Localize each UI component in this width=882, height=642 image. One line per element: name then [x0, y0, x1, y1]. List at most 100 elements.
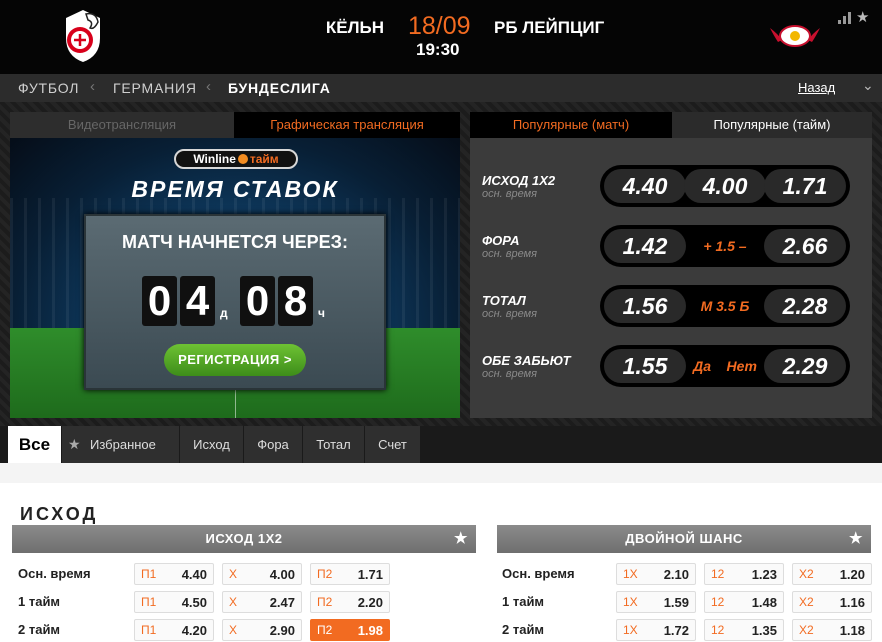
popular-tabs: Популярные (матч) Популярные (тайм)	[470, 112, 872, 138]
rb-leipzig-logo-icon	[770, 25, 820, 47]
odds-button[interactable]: П2 1.98	[310, 619, 390, 641]
winline-brand: Winline	[193, 152, 236, 166]
winline-suffix: тайм	[249, 152, 279, 166]
odds-value: 1.18	[839, 623, 865, 638]
odds-button[interactable]: Х 4.00	[222, 563, 302, 585]
odds-button[interactable]: 1.71	[764, 169, 846, 203]
odds-button[interactable]: Х2 1.16	[792, 591, 872, 613]
odds-value: 2.20	[357, 595, 383, 610]
odds-handicap: + 1.5 –	[703, 238, 747, 254]
odds-pill: 1.55 Да Нет 2.29	[600, 345, 850, 387]
odds-button[interactable]: 4.00	[684, 169, 766, 203]
odds-key: П2	[317, 623, 333, 637]
odds-button[interactable]: 1Х 1.72	[616, 619, 696, 641]
odds-key: Х2	[799, 567, 814, 581]
odds-button[interactable]: 2.28	[764, 289, 846, 323]
row-label: 1 тайм	[18, 594, 61, 609]
row-label: 2 тайм	[502, 622, 545, 637]
odds-button[interactable]: 12 1.23	[704, 563, 784, 585]
odds-pill: 1.56 М 3.5 Б 2.28	[600, 285, 850, 327]
odds-key: П1	[141, 567, 157, 581]
markets-content: ИСХОД ИСХОД 1Х2 ★ ДВОЙНОЙ ШАНС ★ Осн. вр…	[0, 463, 882, 642]
star-icon[interactable]: ★	[849, 525, 863, 553]
odds-button[interactable]: Х2 1.18	[792, 619, 872, 641]
odds-value: 1.48	[751, 595, 777, 610]
odds-value: 1.23	[751, 567, 777, 582]
odds-key: Х	[229, 567, 238, 581]
filter-tab-favorites-label: Избранное	[90, 437, 156, 452]
countdown-hours-digit: 8	[278, 276, 313, 326]
odds-button[interactable]: П2 2.20	[310, 591, 390, 613]
star-icon[interactable]: ★	[454, 525, 468, 553]
countdown-days-unit: д	[220, 306, 228, 320]
tab-popular-half[interactable]: Популярные (тайм)	[672, 112, 872, 138]
star-icon: ★	[68, 436, 81, 452]
odds-key: 12	[711, 567, 725, 581]
filter-tab-handicap[interactable]: Фора	[244, 426, 303, 463]
odds-value: 2.10	[663, 567, 689, 582]
odds-key: 1Х	[623, 595, 638, 609]
odds-value: 1.20	[839, 567, 865, 582]
favorite-star-icon[interactable]: ★	[856, 8, 869, 26]
odds-button[interactable]: Х 2.90	[222, 619, 302, 641]
filter-tab-all[interactable]: Все	[8, 426, 62, 463]
row-label: Осн. время	[502, 566, 575, 581]
odds-button[interactable]: 4.40	[604, 169, 686, 203]
market-sub: осн. время	[482, 248, 538, 260]
odds-value: 1.71	[357, 567, 383, 582]
odds-button[interactable]: П1 4.40	[134, 563, 214, 585]
market-sub: осн. время	[482, 188, 538, 200]
match-header: КЁЛЬН 18/09 19:30 РБ ЛЕЙПЦИГ ★	[0, 0, 882, 74]
away-team-name[interactable]: РБ ЛЕЙПЦИГ	[494, 18, 604, 38]
table-title: ИСХОД 1Х2	[205, 531, 283, 546]
odds-button[interactable]: 1Х 2.10	[616, 563, 696, 585]
odds-button[interactable]: 2.29	[764, 349, 846, 383]
odds-button[interactable]: 12 1.35	[704, 619, 784, 641]
filter-tab-total[interactable]: Тотал	[303, 426, 365, 463]
row-label: 1 тайм	[502, 594, 545, 609]
odds-value: 4.40	[181, 567, 207, 582]
odds-button[interactable]: П1 4.20	[134, 619, 214, 641]
odds-value: 4.50	[181, 595, 207, 610]
market-label: ТОТАЛ	[482, 293, 526, 308]
odds-button[interactable]: 1Х 1.59	[616, 591, 696, 613]
koln-logo-icon	[66, 10, 100, 62]
broadcast-screen: Winline тайм ВРЕМЯ СТАВОК МАТЧ НАЧНЕТСЯ Ч…	[10, 138, 460, 418]
breadcrumb: ФУТБОЛ ‹ ГЕРМАНИЯ ‹ БУНДЕСЛИГА Назад ⌄	[0, 74, 882, 102]
odds-pill: 1.42 + 1.5 – 2.66	[600, 225, 850, 267]
odds-button[interactable]: П1 4.50	[134, 591, 214, 613]
tab-popular-match[interactable]: Популярные (матч)	[470, 112, 672, 138]
filter-tab-score[interactable]: Счет	[365, 426, 421, 463]
chevron-down-icon[interactable]: ⌄	[862, 77, 874, 94]
breadcrumb-item-sport[interactable]: ФУТБОЛ	[18, 80, 79, 96]
tab-graphic-broadcast[interactable]: Графическая трансляция	[234, 112, 460, 138]
odds-key: Х	[229, 595, 238, 609]
breadcrumb-item-country[interactable]: ГЕРМАНИЯ	[113, 80, 197, 96]
odds-value: 1.72	[663, 623, 689, 638]
odds-key: 1Х	[623, 567, 638, 581]
odds-button[interactable]: 1.42	[604, 229, 686, 263]
table-header: ИСХОД 1Х2 ★	[12, 525, 476, 553]
odds-button[interactable]: 1.55	[604, 349, 686, 383]
section-title: ИСХОД	[20, 504, 99, 524]
odds-key: 1Х	[623, 623, 638, 637]
back-link[interactable]: Назад	[798, 80, 835, 95]
table-header: ДВОЙНОЙ ШАНС ★	[497, 525, 871, 553]
filter-tab-outcome[interactable]: Исход	[180, 426, 244, 463]
market-label: ИСХОД 1Х2	[482, 173, 556, 188]
tab-video-broadcast[interactable]: Видеотрансляция	[10, 112, 234, 138]
breadcrumb-item-league[interactable]: БУНДЕСЛИГА	[228, 80, 331, 96]
odds-button[interactable]: 2.66	[764, 229, 846, 263]
odds-button[interactable]: Х 2.47	[222, 591, 302, 613]
home-team-name[interactable]: КЁЛЬН	[326, 18, 384, 38]
odds-button[interactable]: Х2 1.20	[792, 563, 872, 585]
odds-button[interactable]: 1.56	[604, 289, 686, 323]
odds-button[interactable]: 12 1.48	[704, 591, 784, 613]
odds-button[interactable]: П2 1.71	[310, 563, 390, 585]
filter-tab-favorites[interactable]: ★ Избранное	[62, 426, 180, 463]
odds-value: 4.20	[181, 623, 207, 638]
stats-icon[interactable]	[838, 12, 852, 24]
odds-key: П1	[141, 623, 157, 637]
match-date: 18/09	[408, 12, 471, 40]
register-button[interactable]: РЕГИСТРАЦИЯ >	[164, 344, 306, 376]
